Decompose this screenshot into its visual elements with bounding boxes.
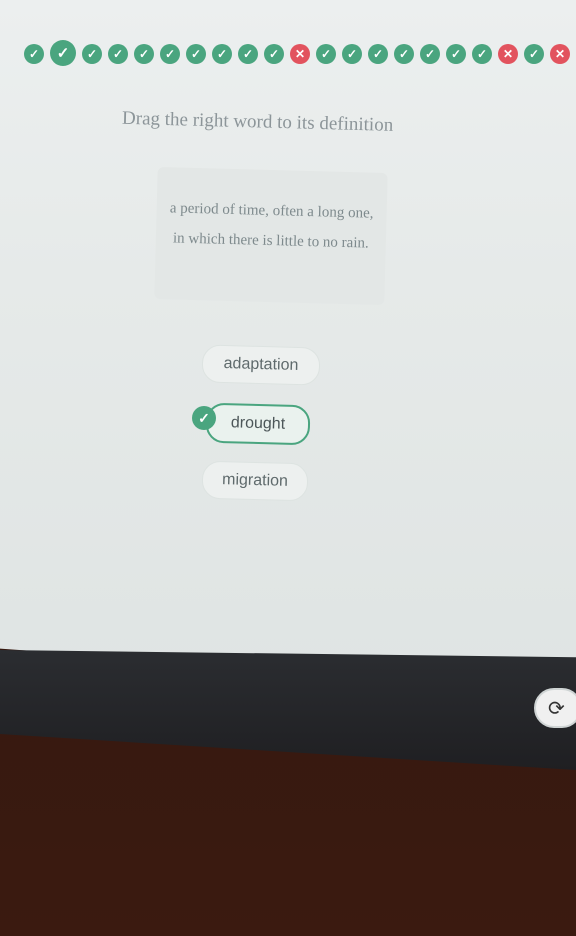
check-icon: ✓	[472, 44, 492, 64]
check-icon: ✓	[342, 44, 362, 64]
x-icon: ✕	[290, 44, 310, 64]
refresh-icon: ⟳	[548, 697, 565, 720]
check-icon: ✓	[368, 44, 388, 64]
definition-text: a period of time, often a long one, in w…	[169, 200, 374, 252]
check-icon: ✓	[24, 44, 44, 64]
option-adaptation[interactable]: adaptation	[201, 344, 321, 386]
check-icon: ✓	[160, 44, 180, 64]
check-icon: ✓	[192, 406, 216, 430]
app-screen: ✓ ✓ ✓ ✓ ✓ ✓ ✓ ✓ ✓ ✓ ✕ ✓ ✓ ✓ ✓ ✓ ✓ ✓ ✕ ✓ ✕ Drag the right wor…	[0, 0, 576, 690]
check-icon: ✓	[264, 44, 284, 64]
instruction-text: Drag the right word to its definition	[121, 107, 394, 136]
x-icon: ✕	[498, 44, 518, 64]
option-label: drought	[230, 414, 286, 433]
option-label: adaptation	[223, 355, 299, 374]
check-icon: ✓	[394, 44, 414, 64]
check-icon: ✓	[82, 44, 102, 64]
check-icon: ✓	[108, 44, 128, 64]
check-icon: ✓	[524, 44, 544, 64]
refresh-button[interactable]: ⟳	[534, 688, 576, 728]
check-icon: ✓	[134, 44, 154, 64]
check-icon: ✓	[186, 44, 206, 64]
check-icon: ✓	[316, 44, 336, 64]
progress-bar: ✓ ✓ ✓ ✓ ✓ ✓ ✓ ✓ ✓ ✓ ✕ ✓ ✓ ✓ ✓ ✓ ✓ ✓ ✕ ✓ ✕	[24, 40, 570, 74]
option-drought[interactable]: drought	[205, 402, 311, 446]
option-migration[interactable]: migration	[201, 460, 309, 502]
x-icon: ✕	[550, 44, 570, 64]
check-icon: ✓	[446, 44, 466, 64]
check-icon: ✓	[420, 44, 440, 64]
option-label: migration	[221, 471, 289, 490]
check-icon: ✓	[238, 44, 258, 64]
definition-drop-target[interactable]: a period of time, often a long one, in w…	[154, 167, 388, 305]
check-icon: ✓	[212, 44, 232, 64]
check-icon: ✓	[50, 40, 76, 66]
